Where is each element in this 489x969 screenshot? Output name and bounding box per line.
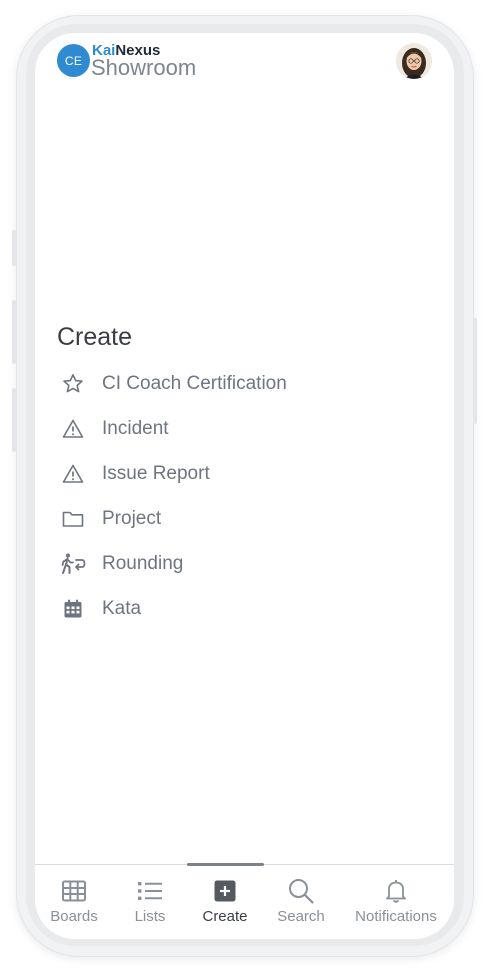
create-item-label: Incident — [102, 417, 169, 439]
create-item-label: Rounding — [102, 552, 184, 574]
app-screen: CE KaiNexus Showroom Create CI Coach Cer… — [35, 33, 454, 939]
avatar-photo-icon — [396, 43, 432, 79]
create-item-label: Issue Report — [102, 462, 210, 484]
warning-triangle-icon — [59, 460, 87, 488]
warning-triangle-icon — [59, 415, 87, 443]
bottom-nav: Boards Lists Create Search Notifications — [35, 863, 454, 939]
nav-label: Boards — [50, 908, 98, 925]
bell-icon — [384, 877, 408, 905]
create-item-label: CI Coach Certification — [102, 372, 287, 394]
phone-volume-down-button — [12, 388, 16, 452]
nav-boards[interactable]: Boards — [45, 865, 103, 939]
create-item-label: Kata — [102, 597, 142, 619]
create-item-rounding[interactable]: Rounding — [57, 541, 437, 586]
create-item-label: Project — [102, 507, 162, 529]
folder-icon — [59, 505, 87, 533]
nav-create[interactable]: Create — [195, 865, 255, 939]
logo-showroom-text: Showroom — [91, 55, 197, 80]
create-item-project[interactable]: Project — [57, 496, 437, 541]
nav-label: Create — [202, 908, 248, 925]
nav-label: Notifications — [355, 908, 437, 925]
create-item-incident[interactable]: Incident — [57, 406, 437, 451]
nav-lists[interactable]: Lists — [125, 865, 175, 939]
nav-label: Lists — [134, 908, 166, 925]
search-icon — [287, 877, 315, 905]
nav-search[interactable]: Search — [271, 865, 331, 939]
logo-badge: CE — [57, 44, 90, 77]
create-item-ci-coach-certification[interactable]: CI Coach Certification — [57, 361, 437, 406]
phone-side-button — [12, 230, 16, 266]
phone-volume-up-button — [12, 300, 16, 364]
nav-label: Search — [277, 908, 325, 925]
walking-return-icon — [59, 550, 87, 578]
calendar-icon — [59, 595, 87, 623]
list-icon — [136, 877, 164, 905]
nav-notifications[interactable]: Notifications — [348, 865, 444, 939]
star-outline-icon — [59, 370, 87, 398]
create-menu: CI Coach Certification Incident Issue Re… — [57, 361, 437, 631]
create-item-kata[interactable]: Kata — [57, 586, 437, 631]
grid-icon — [61, 877, 87, 905]
phone-power-button — [473, 318, 477, 424]
create-section-title: Create — [57, 323, 133, 351]
create-item-issue-report[interactable]: Issue Report — [57, 451, 437, 496]
user-avatar[interactable] — [396, 43, 432, 79]
plus-square-icon — [213, 877, 237, 905]
